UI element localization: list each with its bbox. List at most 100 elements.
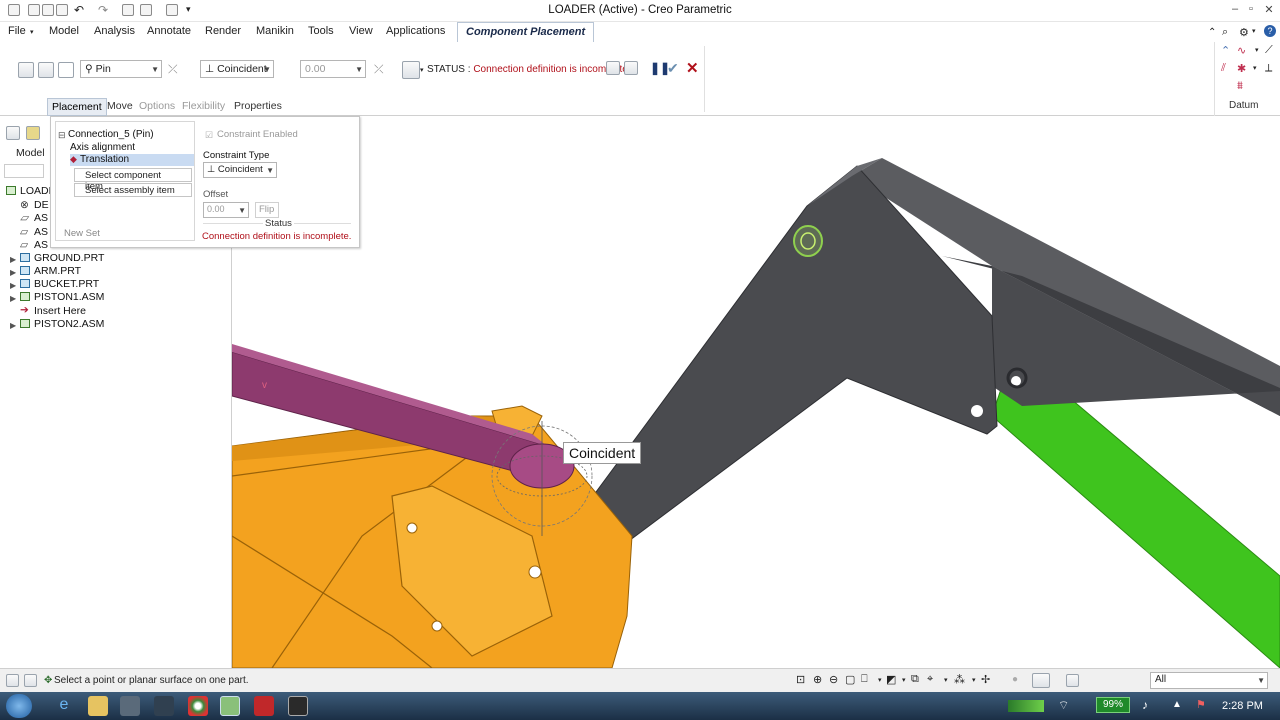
saved-orientations-icon[interactable]: ⎕: [861, 673, 868, 686]
chevron-down-icon[interactable]: ▾: [878, 676, 882, 684]
set-axis-alignment[interactable]: Axis alignment: [70, 142, 135, 153]
repaint-icon[interactable]: ▢: [845, 673, 855, 686]
csys-plus-icon[interactable]: ⩩: [1237, 80, 1243, 93]
tab-properties[interactable]: Properties: [230, 98, 286, 114]
datum-display-icon[interactable]: ⁂: [954, 673, 965, 686]
collapse-icon[interactable]: ⊟: [58, 130, 66, 141]
connection-icon[interactable]: [58, 62, 74, 78]
show-hidden-icons[interactable]: ▲: [1172, 699, 1182, 710]
csys-icon[interactable]: ⟂: [1265, 62, 1272, 75]
find-icon[interactable]: [1066, 674, 1079, 687]
coincident-callout[interactable]: Coincident: [563, 442, 642, 464]
user-defined-icon[interactable]: [18, 62, 34, 78]
constraint-type-select[interactable]: ⊥ Coincident ▼: [200, 60, 274, 78]
swap-icon[interactable]: ⤫: [168, 62, 178, 77]
move-icon[interactable]: [402, 61, 420, 79]
minimize-icon[interactable]: –: [1228, 3, 1242, 17]
wifi-icon[interactable]: ⌔: [1058, 698, 1069, 713]
expand-icon[interactable]: ▶: [10, 281, 16, 290]
connection-type-select[interactable]: ⚲ Pin ▼: [80, 60, 162, 78]
maximize-icon[interactable]: ▫: [1244, 3, 1258, 17]
action-center-icon[interactable]: ⚑: [1196, 698, 1206, 711]
zoom-in-icon[interactable]: ⊕: [813, 673, 822, 686]
tab-file[interactable]: File: [8, 25, 26, 37]
tree-item-arm[interactable]: ARM.PRT: [34, 265, 81, 277]
tab-view[interactable]: View: [349, 25, 373, 37]
tree-search-input[interactable]: [4, 164, 44, 178]
chevron-down-icon[interactable]: ▾: [902, 676, 906, 684]
model-tree-icon[interactable]: [6, 126, 20, 140]
clock[interactable]: 2:28 PM: [1222, 700, 1263, 712]
app-icon[interactable]: [154, 696, 174, 716]
recorder-icon[interactable]: [288, 696, 308, 716]
ribbon-collapse-icon[interactable]: ⌃: [1208, 27, 1216, 38]
navigator-icon[interactable]: [6, 674, 19, 687]
tree-item-insert-here[interactable]: Insert Here: [34, 305, 86, 317]
constraint-enabled-checkbox[interactable]: ☑: [205, 130, 213, 141]
expand-icon[interactable]: ▶: [10, 268, 16, 277]
refit-icon[interactable]: ⊡: [796, 673, 805, 686]
settings-icon[interactable]: ⚙: [1239, 26, 1249, 39]
display-style-icon[interactable]: ◩: [886, 673, 896, 686]
panel-constraint-type-select[interactable]: ⊥ Coincident ▼: [203, 162, 277, 178]
flip-icon[interactable]: ⤫: [374, 62, 384, 77]
explorer-icon[interactable]: [88, 696, 108, 716]
graphics-viewport[interactable]: v Coincident: [232, 116, 1280, 668]
search-icon[interactable]: ⌕: [1222, 26, 1228, 39]
tab-component-placement[interactable]: Component Placement: [457, 22, 595, 44]
tree-item-datum[interactable]: DE: [34, 199, 49, 211]
view-manager-icon[interactable]: ⧉: [911, 673, 919, 686]
plane-icon[interactable]: ⌃: [1221, 44, 1230, 57]
panel-offset-input[interactable]: 0.00 ▼: [203, 202, 249, 218]
settings-dropdown-icon[interactable]: ▾: [1252, 27, 1256, 35]
chrome-icon[interactable]: [188, 696, 208, 716]
chevron-down-icon[interactable]: ▾: [1255, 46, 1259, 54]
tab-placement[interactable]: Placement: [47, 98, 107, 116]
tab-tools[interactable]: Tools: [308, 25, 334, 37]
folder-browser-icon[interactable]: [26, 126, 40, 140]
offset-input[interactable]: 0.00 ▼: [300, 60, 366, 78]
tree-item-asm3[interactable]: AS: [34, 239, 48, 251]
tree-item-piston2[interactable]: PISTON2.ASM: [34, 318, 104, 330]
assembly-window-icon[interactable]: [624, 61, 638, 75]
selection-filter-select[interactable]: All ▼: [1150, 672, 1268, 689]
tab-flexibility[interactable]: Flexibility: [178, 98, 229, 114]
model-tree-tab[interactable]: Model: [16, 147, 45, 159]
battery-indicator[interactable]: 99%: [1096, 697, 1130, 713]
select-component-item[interactable]: Select component item: [74, 168, 192, 192]
constraint-icon[interactable]: [38, 62, 54, 78]
zoom-out-icon[interactable]: ⊖: [829, 673, 838, 686]
axis-icon[interactable]: ⟋: [1265, 44, 1273, 57]
media-player-icon[interactable]: [120, 696, 140, 716]
creo-icon[interactable]: [220, 696, 240, 716]
piston2-body[interactable]: [991, 365, 1280, 668]
tree-item-bucket[interactable]: BUCKET.PRT: [34, 278, 99, 290]
expand-icon[interactable]: ▶: [10, 255, 16, 264]
select-assembly-item[interactable]: Select assembly item: [74, 183, 192, 197]
chevron-down-icon[interactable]: ▾: [1253, 64, 1257, 72]
chevron-down-icon[interactable]: ▾: [944, 676, 948, 684]
tree-item-asm1[interactable]: AS: [34, 212, 48, 224]
tree-item-asm2[interactable]: AS: [34, 226, 48, 238]
tab-applications[interactable]: Applications: [386, 25, 445, 37]
browser-icon[interactable]: [24, 674, 37, 687]
spin-center-icon[interactable]: ✢: [981, 673, 990, 686]
highlighted-pin-surface[interactable]: [793, 225, 823, 257]
tab-annotate[interactable]: Annotate: [147, 25, 191, 37]
tab-options[interactable]: Options: [135, 98, 179, 114]
perspective-icon[interactable]: ⌖: [927, 673, 933, 686]
new-set-link[interactable]: New Set: [64, 228, 100, 239]
cancel-icon[interactable]: ✕: [686, 59, 699, 77]
speaker-icon[interactable]: ♪: [1142, 698, 1148, 712]
tree-item-ground[interactable]: GROUND.PRT: [34, 252, 104, 264]
tab-move[interactable]: Move: [103, 98, 137, 114]
accept-icon[interactable]: ✔: [667, 60, 679, 77]
tab-manikin[interactable]: Manikin: [256, 25, 294, 37]
chevron-down-icon[interactable]: ▾: [972, 676, 976, 684]
set-translation[interactable]: Translation: [80, 154, 129, 165]
start-button[interactable]: [6, 694, 32, 718]
connection-item[interactable]: Connection_5 (Pin): [68, 129, 154, 140]
separate-window-icon[interactable]: [606, 61, 620, 75]
powerpoint-icon[interactable]: [254, 696, 274, 716]
internet-explorer-icon[interactable]: e: [54, 696, 74, 716]
